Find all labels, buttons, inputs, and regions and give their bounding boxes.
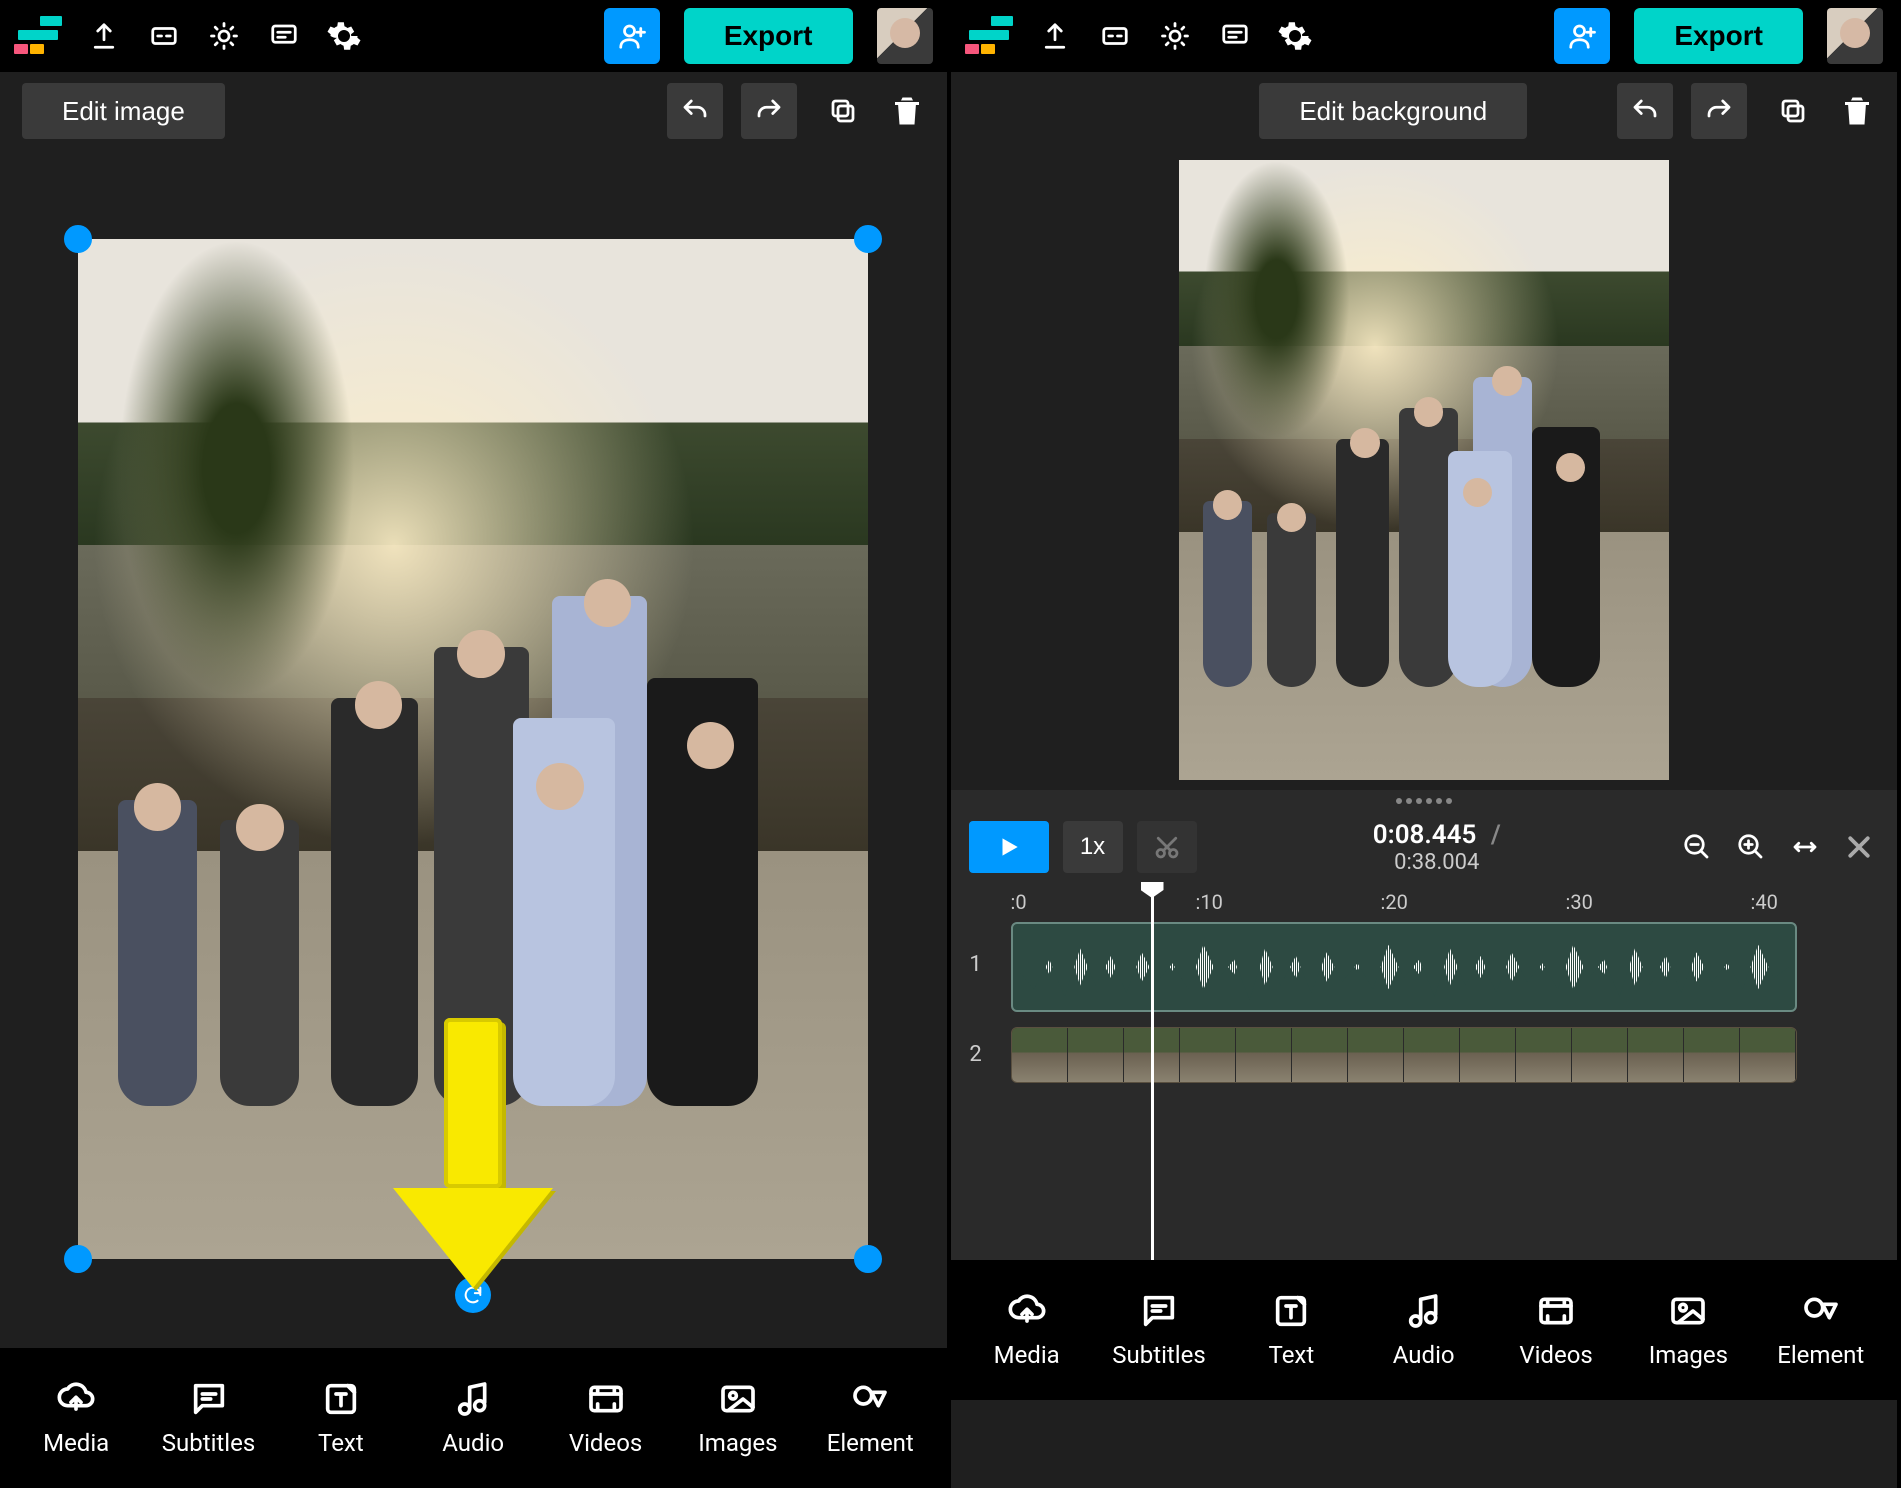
resize-handle-br[interactable] (854, 1245, 882, 1273)
undo-button[interactable] (1617, 83, 1673, 139)
tool-label: Audio (1393, 1341, 1455, 1369)
tool-text[interactable]: Text (1236, 1291, 1346, 1369)
tool-label: Element (1777, 1341, 1864, 1369)
redo-button[interactable] (1691, 83, 1747, 139)
canvas-image[interactable] (1179, 160, 1669, 780)
transport-bar: 1x 0:08.445 / 0:38.004 (951, 812, 1898, 882)
playback-speed-button[interactable]: 1x (1063, 821, 1123, 873)
tool-subtitles[interactable]: Subtitles (154, 1379, 264, 1457)
undo-button[interactable] (667, 83, 723, 139)
tool-label: Videos (1519, 1341, 1592, 1369)
left-pane: Export Edit image (0, 0, 951, 1488)
settings-icon[interactable] (326, 18, 362, 54)
comment-icon[interactable] (266, 18, 302, 54)
track-index-audio: 1 (951, 952, 1001, 977)
audio-track-clip[interactable] (1011, 922, 1798, 1012)
tool-audio[interactable]: Audio (418, 1379, 528, 1457)
brightness-icon[interactable] (206, 18, 242, 54)
panel-drag-handle[interactable] (951, 790, 1898, 812)
ruler-mark: :10 (1196, 890, 1223, 914)
duration: 0:38.004 (1211, 850, 1664, 875)
action-bar: Edit image (0, 72, 947, 150)
tool-label: Subtitles (162, 1429, 255, 1457)
caption-icon[interactable] (146, 18, 182, 54)
zoom-in-button[interactable] (1731, 827, 1771, 867)
action-bar: Edit background (951, 72, 1898, 150)
video-track-clip[interactable] (1011, 1027, 1798, 1083)
tool-label: Images (698, 1429, 777, 1457)
user-avatar[interactable] (1827, 8, 1883, 64)
tool-audio[interactable]: Audio (1369, 1291, 1479, 1369)
tool-subtitles[interactable]: Subtitles (1104, 1291, 1214, 1369)
ruler-mark: :20 (1381, 890, 1408, 914)
app-logo[interactable] (965, 16, 1013, 56)
copy-icon[interactable] (1775, 93, 1811, 129)
upload-icon[interactable] (1037, 18, 1073, 54)
export-button[interactable]: Export (684, 8, 853, 64)
bottom-toolbar: Media Subtitles Text Audio Videos Images… (0, 1348, 947, 1488)
tool-label: Images (1649, 1341, 1728, 1369)
resize-handle-tl[interactable] (64, 225, 92, 253)
canvas[interactable] (951, 150, 1898, 790)
waveform (1019, 930, 1790, 1004)
time-separator: / (1491, 820, 1501, 850)
topbar: Export (951, 0, 1898, 72)
current-time: 0:08.445 (1373, 820, 1477, 850)
user-avatar[interactable] (877, 8, 933, 64)
add-user-button[interactable] (604, 8, 660, 64)
bottom-toolbar: Media Subtitles Text Audio Videos Images… (951, 1260, 1898, 1400)
edit-image-button[interactable]: Edit image (22, 83, 225, 139)
zoom-out-button[interactable] (1677, 827, 1717, 867)
track-index-video: 2 (951, 1042, 1001, 1067)
tool-label: Element (827, 1429, 914, 1457)
tool-images[interactable]: Images (683, 1379, 793, 1457)
close-timeline-button[interactable] (1839, 827, 1879, 867)
ruler-mark: :40 (1751, 890, 1778, 914)
resize-handle-tr[interactable] (854, 225, 882, 253)
fit-button[interactable] (1785, 827, 1825, 867)
tool-videos[interactable]: Videos (551, 1379, 661, 1457)
caption-icon[interactable] (1097, 18, 1133, 54)
settings-icon[interactable] (1277, 18, 1313, 54)
topbar: Export (0, 0, 947, 72)
copy-icon[interactable] (825, 93, 861, 129)
tool-label: Subtitles (1112, 1341, 1205, 1369)
add-user-button[interactable] (1554, 8, 1610, 64)
tool-elements[interactable]: Element (815, 1379, 925, 1457)
split-button[interactable] (1137, 821, 1197, 873)
play-button[interactable] (969, 821, 1049, 873)
tool-images[interactable]: Images (1633, 1291, 1743, 1369)
app-logo[interactable] (14, 16, 62, 56)
comment-icon[interactable] (1217, 18, 1253, 54)
tool-videos[interactable]: Videos (1501, 1291, 1611, 1369)
edit-background-button[interactable]: Edit background (1259, 83, 1527, 139)
delete-icon[interactable] (889, 93, 925, 129)
tool-elements[interactable]: Element (1766, 1291, 1876, 1369)
timeline-panel: 1x 0:08.445 / 0:38.004 (951, 790, 1898, 1260)
playhead[interactable] (1151, 882, 1154, 1260)
delete-icon[interactable] (1839, 93, 1875, 129)
tool-label: Text (318, 1429, 364, 1457)
tool-label: Text (1269, 1341, 1315, 1369)
timeline-ruler[interactable]: :0 :10 :20 :30 :40 (951, 882, 1898, 922)
tool-media[interactable]: Media (21, 1379, 131, 1457)
upload-icon[interactable] (86, 18, 122, 54)
redo-button[interactable] (741, 83, 797, 139)
tutorial-arrow-annotation (413, 1018, 533, 1288)
tool-label: Audio (442, 1429, 504, 1457)
tool-label: Videos (569, 1429, 642, 1457)
tool-text[interactable]: Text (286, 1379, 396, 1457)
right-pane: Export Edit background (951, 0, 1901, 1488)
timecode-display: 0:08.445 / 0:38.004 (1211, 820, 1664, 875)
tool-label: Media (43, 1429, 109, 1457)
ruler-mark: :0 (1011, 890, 1027, 914)
tool-label: Media (994, 1341, 1060, 1369)
export-button[interactable]: Export (1634, 8, 1803, 64)
ruler-mark: :30 (1566, 890, 1593, 914)
tool-media[interactable]: Media (972, 1291, 1082, 1369)
timeline-tracks[interactable]: 1 2 (951, 922, 1898, 1260)
canvas[interactable] (0, 150, 947, 1348)
resize-handle-bl[interactable] (64, 1245, 92, 1273)
brightness-icon[interactable] (1157, 18, 1193, 54)
